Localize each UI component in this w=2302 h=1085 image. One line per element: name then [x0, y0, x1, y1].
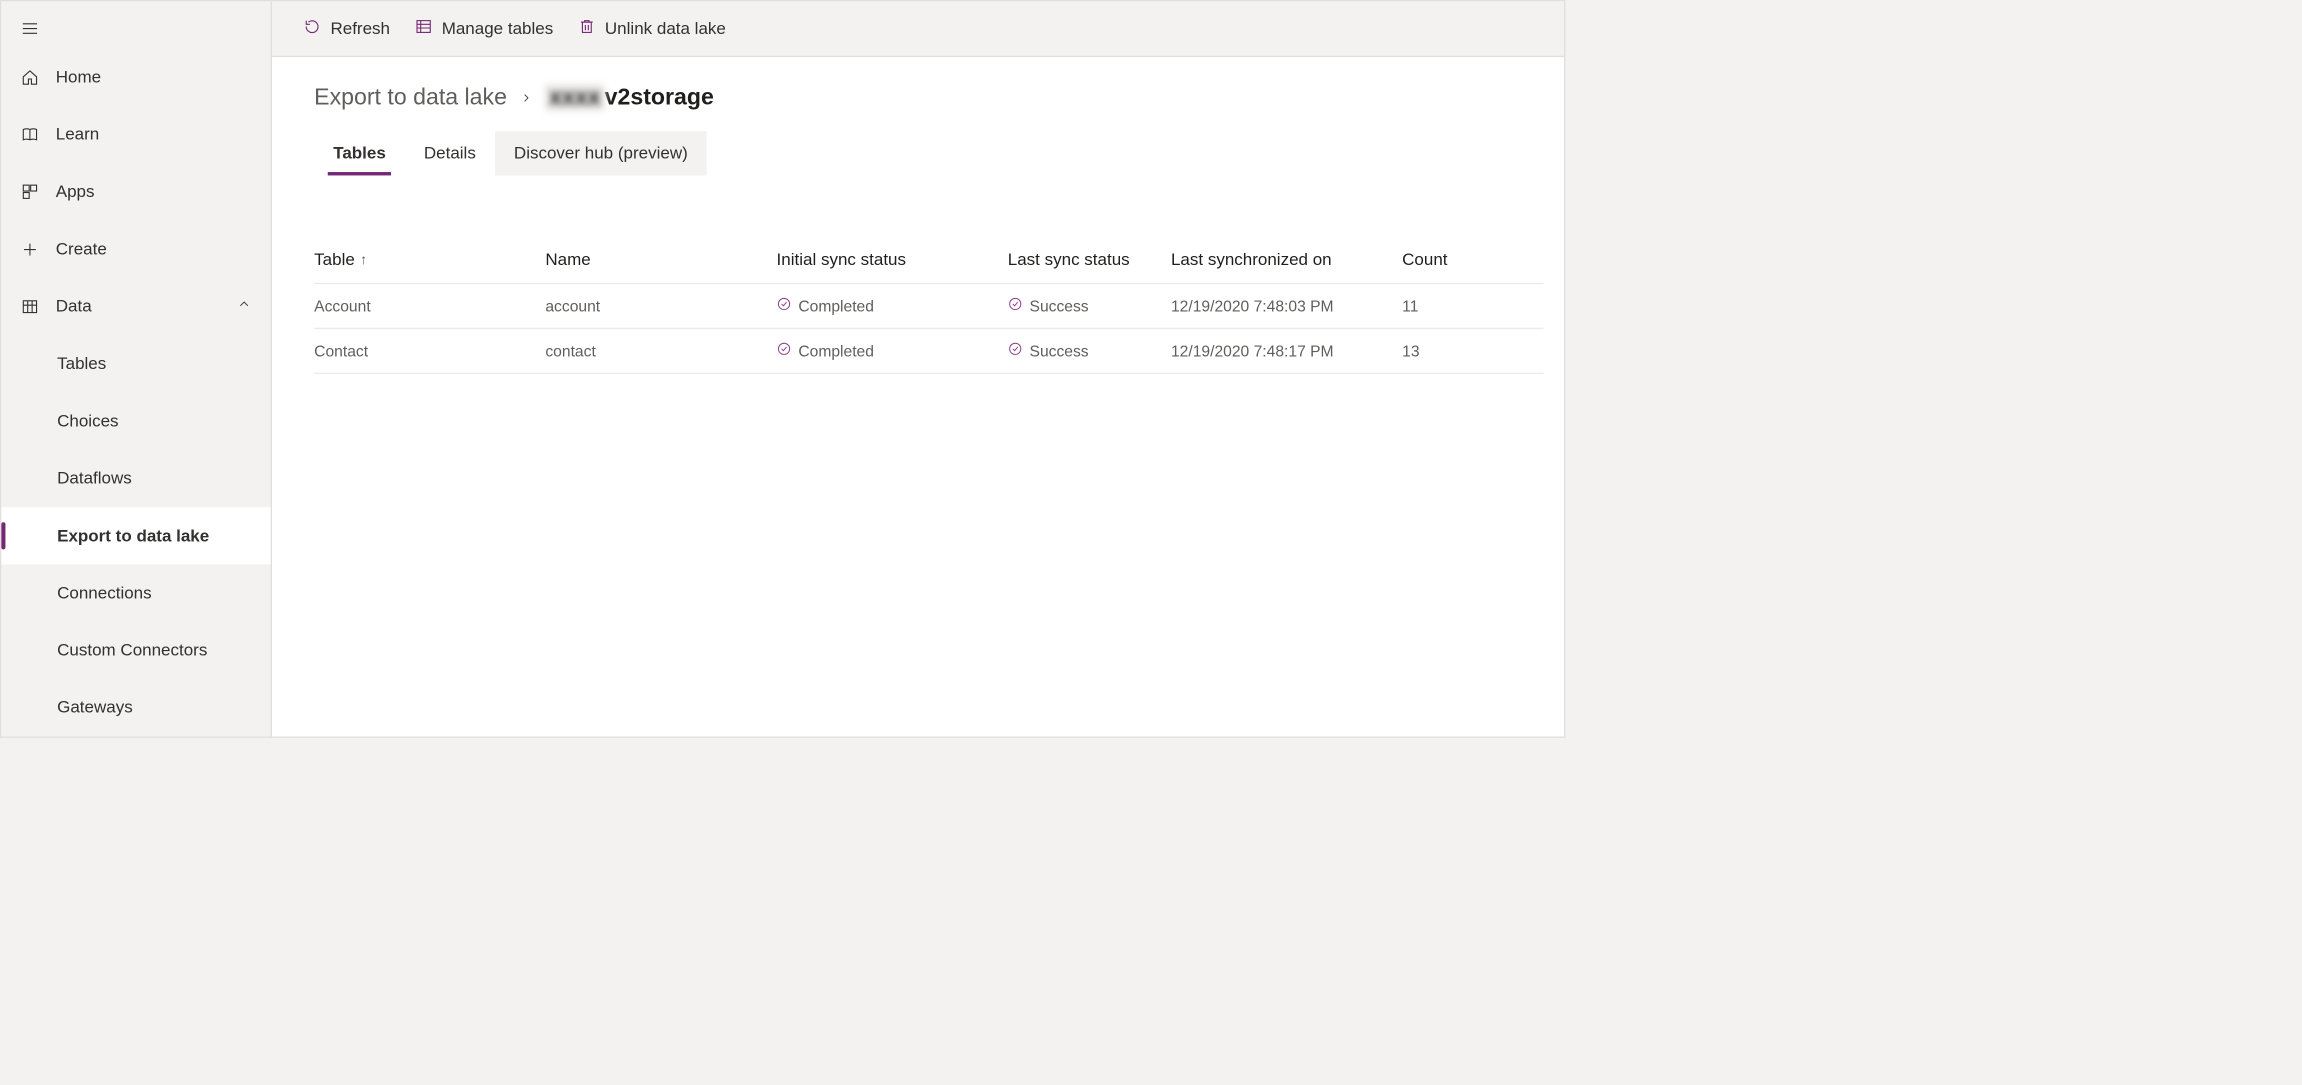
sidebar-subitem-choices[interactable]: Choices [1, 393, 270, 450]
col-header-last-sync[interactable]: Last sync status [1008, 250, 1171, 270]
tab-discover-hub[interactable]: Discover hub (preview) [495, 131, 707, 175]
tabs: Tables Details Discover hub (preview) [272, 131, 1564, 175]
cell-last-sync: Success [1008, 296, 1171, 315]
cell-table: Contact [314, 342, 545, 360]
refresh-button[interactable]: Refresh [303, 17, 390, 39]
sidebar-item-data[interactable]: Data [1, 278, 270, 335]
chevron-up-icon [237, 297, 252, 317]
cell-last-synchronized-on: 12/19/2020 7:48:03 PM [1171, 297, 1402, 315]
cell-count: 13 [1402, 342, 1538, 360]
sidebar-subitem-export-to-data-lake[interactable]: Export to data lake [1, 507, 270, 564]
cell-last-sync: Success [1008, 341, 1171, 360]
sidebar: Home Learn Apps Create Data [1, 1, 272, 736]
cell-last-sync-text: Success [1030, 297, 1089, 315]
col-header-label: Count [1402, 250, 1447, 270]
unlink-button[interactable]: Unlink data lake [578, 17, 726, 39]
col-header-table[interactable]: Table ↑ [314, 250, 545, 270]
sidebar-subitem-dataflows[interactable]: Dataflows [1, 450, 270, 507]
col-header-name[interactable]: Name [545, 250, 776, 270]
sidebar-subitem-label: Connections [57, 583, 152, 603]
sidebar-subitem-label: Tables [57, 354, 106, 374]
table-icon [20, 298, 39, 316]
tab-label: Discover hub (preview) [514, 143, 688, 162]
cell-name: account [545, 297, 776, 315]
tab-label: Tables [333, 143, 386, 162]
grid-icon [20, 183, 39, 201]
app-root: Home Learn Apps Create Data [0, 0, 1565, 738]
sidebar-subitem-gateways[interactable]: Gateways [1, 679, 270, 736]
home-icon [20, 68, 39, 86]
tab-tables[interactable]: Tables [314, 131, 405, 175]
cell-table: Account [314, 297, 545, 315]
chevron-right-icon [519, 84, 533, 111]
table-row[interactable]: Contact contact Completed Success [314, 329, 1543, 374]
table-list-icon [414, 17, 432, 39]
cell-count: 11 [1402, 297, 1538, 315]
sort-ascending-icon: ↑ [360, 252, 367, 268]
sidebar-item-label: Create [56, 239, 107, 259]
manage-tables-button[interactable]: Manage tables [414, 17, 553, 39]
sidebar-subitem-label: Choices [57, 411, 118, 431]
sidebar-item-apps[interactable]: Apps [1, 163, 270, 220]
breadcrumb-current-suffix: v2storage [605, 84, 714, 110]
command-bar: Refresh Manage tables Unlink data lake [272, 1, 1564, 57]
refresh-icon [303, 17, 321, 39]
tab-details[interactable]: Details [405, 131, 495, 175]
cell-last-sync-text: Success [1030, 342, 1089, 360]
content-area: Export to data lake xxxxv2storage Tables… [272, 57, 1564, 736]
cell-name: contact [545, 342, 776, 360]
success-check-icon [1008, 341, 1023, 360]
sidebar-subitem-tables[interactable]: Tables [1, 335, 270, 392]
success-check-icon [1008, 296, 1023, 315]
book-icon [20, 126, 39, 144]
cell-initial-sync: Completed [777, 296, 1008, 315]
cell-initial-sync-text: Completed [798, 342, 874, 360]
breadcrumb: Export to data lake xxxxv2storage [272, 84, 1564, 111]
trash-icon [578, 17, 596, 39]
sidebar-item-label: Data [56, 297, 92, 317]
col-header-label: Last sync status [1008, 250, 1130, 270]
col-header-label: Last synchronized on [1171, 250, 1332, 270]
sidebar-item-label: Learn [56, 125, 99, 145]
main-area: Refresh Manage tables Unlink data lake E… [272, 1, 1564, 736]
manage-tables-label: Manage tables [442, 19, 554, 39]
success-check-icon [777, 296, 792, 315]
sidebar-item-home[interactable]: Home [1, 49, 270, 106]
sidebar-subitem-connections[interactable]: Connections [1, 565, 270, 622]
unlink-label: Unlink data lake [605, 19, 726, 39]
col-header-label: Initial sync status [777, 250, 906, 270]
tables-table: Table ↑ Name Initial sync status Last sy… [272, 237, 1564, 374]
col-header-label: Name [545, 250, 590, 270]
cell-initial-sync: Completed [777, 341, 1008, 360]
col-header-initial-sync[interactable]: Initial sync status [777, 250, 1008, 270]
sidebar-subitem-label: Custom Connectors [57, 641, 207, 661]
plus-icon [20, 240, 39, 258]
sidebar-item-create[interactable]: Create [1, 221, 270, 278]
hamburger-button[interactable] [1, 8, 270, 48]
sidebar-item-label: Home [56, 67, 101, 87]
table-row[interactable]: Account account Completed Success [314, 284, 1543, 329]
cell-last-synchronized-on: 12/19/2020 7:48:17 PM [1171, 342, 1402, 360]
breadcrumb-current: xxxxv2storage [545, 84, 714, 111]
sidebar-subitem-label: Gateways [57, 698, 133, 718]
sidebar-subitem-custom-connectors[interactable]: Custom Connectors [1, 622, 270, 679]
col-header-label: Table [314, 250, 355, 270]
breadcrumb-current-blurred: xxxx [545, 84, 605, 111]
table-header-row: Table ↑ Name Initial sync status Last sy… [314, 237, 1543, 285]
refresh-label: Refresh [330, 19, 390, 39]
sidebar-subitem-label: Export to data lake [57, 526, 209, 546]
col-header-count[interactable]: Count [1402, 250, 1538, 270]
tab-label: Details [424, 143, 476, 162]
breadcrumb-parent[interactable]: Export to data lake [314, 84, 507, 111]
cell-initial-sync-text: Completed [798, 297, 874, 315]
sidebar-subitem-label: Dataflows [57, 469, 132, 489]
col-header-last-synchronized-on[interactable]: Last synchronized on [1171, 250, 1402, 270]
sidebar-item-learn[interactable]: Learn [1, 106, 270, 163]
success-check-icon [777, 341, 792, 360]
sidebar-item-label: Apps [56, 182, 95, 202]
